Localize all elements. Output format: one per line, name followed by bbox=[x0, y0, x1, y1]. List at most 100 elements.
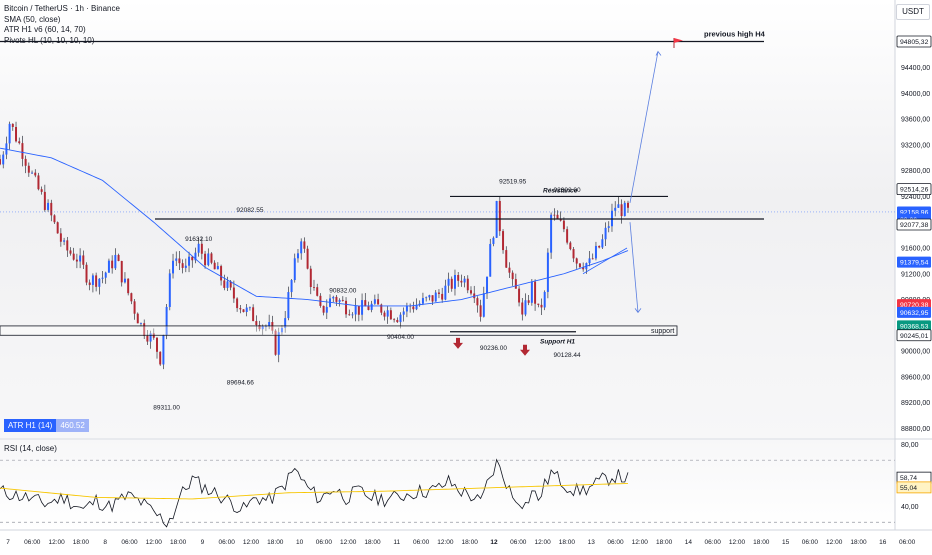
symbol-title[interactable]: Bitcoin / TetherUS · 1h · Binance bbox=[4, 4, 120, 15]
candle-body bbox=[514, 279, 517, 289]
candle-body bbox=[101, 277, 104, 279]
candle-body bbox=[114, 254, 117, 269]
candle-body bbox=[627, 202, 629, 208]
candle-body bbox=[386, 310, 389, 317]
candle-body bbox=[453, 275, 456, 289]
y-tick-label: 93600,00 bbox=[901, 117, 930, 124]
candle-body bbox=[40, 189, 43, 192]
candle-body bbox=[377, 299, 380, 305]
candle-body bbox=[15, 126, 18, 142]
candle-body bbox=[290, 280, 293, 293]
indicator-pivots[interactable]: Pivots HL (10, 10, 10, 10) bbox=[4, 36, 120, 47]
candle-body bbox=[364, 300, 367, 307]
x-tick-label: 9 bbox=[201, 539, 205, 546]
candle-body bbox=[0, 159, 1, 165]
candle-body bbox=[383, 312, 386, 317]
x-tick-label: 06:00 bbox=[607, 539, 624, 546]
candle-body bbox=[396, 319, 399, 323]
candle-body bbox=[470, 290, 472, 294]
candle-body bbox=[425, 297, 428, 299]
candle-body bbox=[47, 202, 50, 210]
candle-body bbox=[594, 245, 597, 259]
indicator-sma[interactable]: SMA (50, close) bbox=[4, 15, 120, 26]
x-tick-label: 06:00 bbox=[510, 539, 527, 546]
candle-body bbox=[200, 243, 203, 254]
candle-body bbox=[550, 214, 553, 253]
candle-body bbox=[11, 123, 14, 127]
chart-canvas: 88800,0089200,0089600,0090000,0090400,00… bbox=[0, 0, 932, 546]
x-tick-label: 06:00 bbox=[705, 539, 722, 546]
candle-body bbox=[431, 295, 434, 302]
candle-body bbox=[370, 303, 373, 310]
candle-body bbox=[399, 314, 402, 323]
candle-body bbox=[614, 207, 617, 211]
candle-body bbox=[412, 306, 415, 310]
atr-label: ATR H1 (14) bbox=[4, 419, 57, 432]
candle-body bbox=[18, 141, 21, 144]
rsi-pane-label[interactable]: RSI (14, close) bbox=[4, 444, 57, 453]
x-tick-label: 12:00 bbox=[146, 539, 163, 546]
candle-body bbox=[69, 250, 72, 254]
candle-body bbox=[486, 276, 489, 294]
currency-button[interactable]: USDT bbox=[896, 4, 930, 20]
pivot-label: 90236.00 bbox=[480, 345, 507, 352]
x-tick-label: 18:00 bbox=[753, 539, 770, 546]
candle-body bbox=[617, 204, 620, 208]
pivot-label: 92082.55 bbox=[236, 207, 263, 214]
candle-body bbox=[220, 266, 223, 281]
candle-body bbox=[591, 258, 594, 260]
candle-body bbox=[242, 309, 245, 313]
candle-body bbox=[31, 172, 34, 174]
price-tag-label: 92077,38 bbox=[900, 222, 929, 229]
candle-body bbox=[604, 227, 607, 240]
indicator-atr[interactable]: ATR H1 v6 (60, 14, 70) bbox=[4, 25, 120, 36]
atr-value: 460.52 bbox=[56, 419, 89, 432]
candle-body bbox=[181, 263, 184, 268]
candle-body bbox=[450, 278, 453, 289]
candle-body bbox=[252, 307, 255, 322]
price-tag-label: 90245,01 bbox=[900, 333, 929, 340]
candle-body bbox=[123, 278, 126, 283]
candle-body bbox=[505, 250, 508, 268]
x-tick-label: 7 bbox=[6, 539, 10, 546]
candle-body bbox=[236, 298, 239, 309]
support-label: support bbox=[651, 328, 674, 335]
x-tick-label: 06:00 bbox=[316, 539, 333, 546]
candle-body bbox=[127, 278, 130, 294]
pivot-label: 90832.00 bbox=[329, 287, 356, 294]
candle-body bbox=[139, 323, 142, 325]
candle-body bbox=[607, 226, 610, 228]
candle-body bbox=[511, 272, 514, 280]
x-tick-label: 06:00 bbox=[121, 539, 138, 546]
candle-body bbox=[434, 292, 437, 302]
candle-body bbox=[313, 287, 315, 288]
candle-body bbox=[524, 300, 527, 315]
candle-body bbox=[367, 306, 370, 310]
x-tick-label: 06:00 bbox=[899, 539, 916, 546]
chart-legend: Bitcoin / TetherUS · 1h · Binance SMA (5… bbox=[4, 4, 120, 46]
x-tick-label: 15 bbox=[782, 539, 790, 546]
candle-body bbox=[620, 204, 623, 217]
previous-high-label: previous high H4 bbox=[704, 30, 766, 39]
candle-body bbox=[361, 300, 364, 315]
x-tick-label: 12:00 bbox=[534, 539, 551, 546]
candle-body bbox=[348, 314, 351, 316]
candle-body bbox=[63, 240, 66, 242]
y-tick-label: 89200,00 bbox=[901, 400, 930, 407]
candle-body bbox=[287, 292, 290, 319]
candle-body bbox=[300, 241, 303, 254]
atr-pane-label[interactable]: ATR H1 (14) 460.52 bbox=[4, 419, 89, 432]
candle-body bbox=[197, 243, 200, 253]
candle-body bbox=[479, 305, 482, 317]
candle-body bbox=[354, 305, 357, 315]
candle-body bbox=[34, 172, 37, 176]
candle-body bbox=[146, 335, 149, 342]
candle-body bbox=[111, 260, 114, 269]
candle-body bbox=[133, 301, 136, 314]
candle-body bbox=[441, 293, 444, 300]
x-tick-label: 12:00 bbox=[826, 539, 843, 546]
candle-body bbox=[85, 264, 88, 283]
candle-body bbox=[303, 241, 306, 249]
candle-body bbox=[546, 252, 549, 292]
candle-body bbox=[245, 307, 248, 313]
